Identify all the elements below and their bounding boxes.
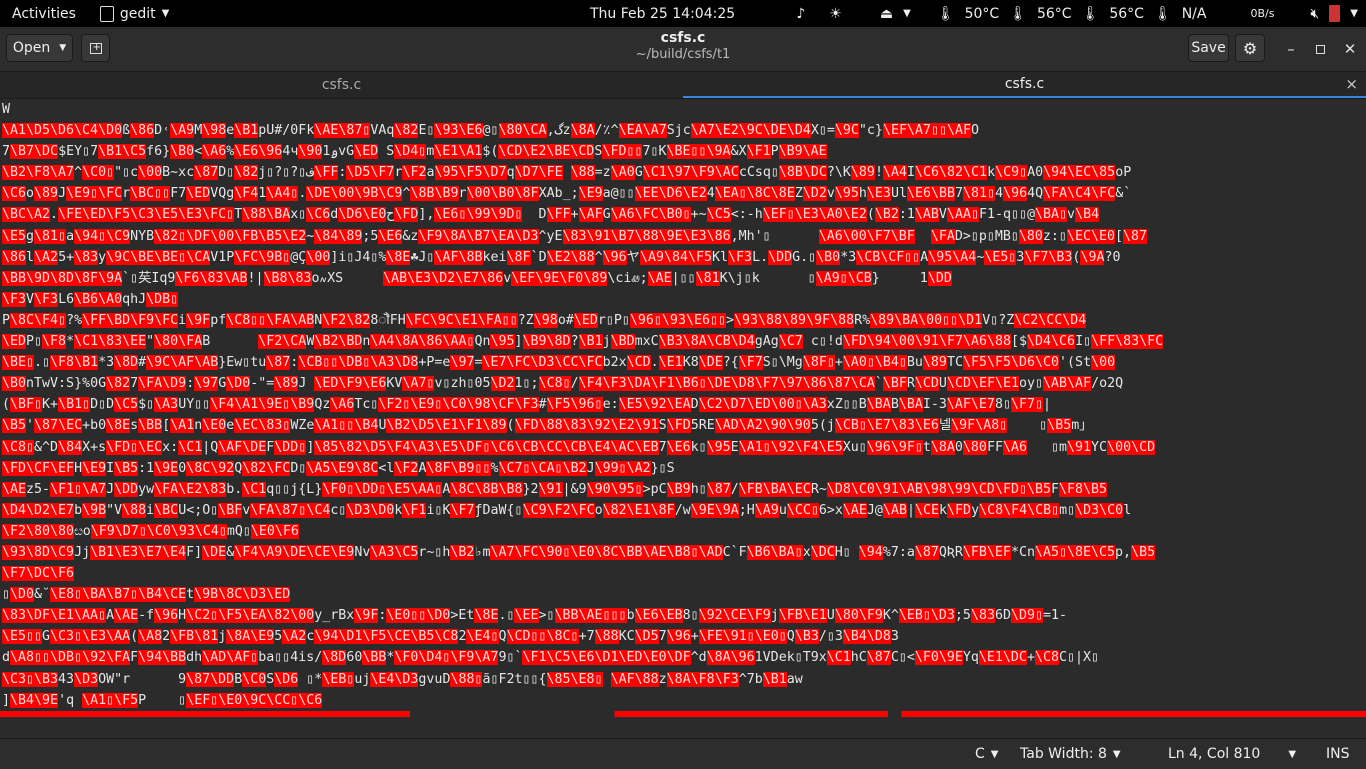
editor-line: \86l\A25+\83y\9C\BE\BE▯\CAV1P\FC\9B▯@Ç\0… <box>2 249 1121 265</box>
save-label: Save <box>1191 40 1226 56</box>
tab-label: csfs.c <box>321 77 362 93</box>
editor-line: \EDP▯\F8*\C1\83\EE"\80\FAB \F2\CAW\B2\BD… <box>2 334 1164 350</box>
chevron-down-icon[interactable]: ▼ <box>903 8 911 19</box>
editor-line: \93\8D\C9Jj\B1\E3\E7\E4F]\DE&\F4\A9\DE\C… <box>2 544 1156 560</box>
cursor-position-label: Ln 4, Col 810 <box>1168 746 1261 762</box>
editor-line: (\BF▯K+\B1▯D▯D\C5$▯\A3UY▯▯\F4\A1\9E▯\B9Q… <box>2 397 1051 413</box>
window-title: csfs.c <box>660 30 706 46</box>
editor-line: \E5g\81▯a\94▯\C9NYB\82▯\DF\00\FB\B5\E2~\… <box>2 228 1148 244</box>
chevron-down-icon: ▼ <box>161 8 170 19</box>
top-bar: Activities gedit ▼ Thu Feb 25 14:04:25 ♪… <box>0 0 1366 27</box>
editor-line: \F7\DC\F6 <box>2 566 75 582</box>
activities-label: Activities <box>12 5 76 22</box>
editor-line: \B5'\87\EC+b0\8Es\BB[\A1n\E0e\EC\83▯WZe\… <box>2 418 1093 434</box>
cursor-position[interactable]: Ln 4, Col 810 ▼ <box>1168 739 1296 769</box>
editor-line-partial <box>0 710 1366 717</box>
volume-muted-icon[interactable]: 🔇︎ <box>1310 6 1319 22</box>
editor-line: ]\B4\9E'q \A1▯\F5P ▯\EF▯\E0\9C\CC▯\C6 <box>2 692 323 708</box>
tab-csfs-1[interactable]: csfs.c <box>0 72 683 98</box>
editor-line: \BB\9D\8D\8F\9A`▯䒨Iq9\F6\83\AB!|\B8\83o៷… <box>2 270 952 286</box>
language-selector[interactable]: C ▼ <box>975 739 998 769</box>
temp-2: 56°C <box>1036 5 1072 22</box>
editor-line: \83\DF\E1\AA▯A\AE-f\96H\C2▯\F5\EA\82\00y… <box>2 608 1068 624</box>
editor-line: \E5▯▯G\C3▯\E3\AA(\A82\FB\81j\8A\E95\A2c\… <box>2 629 899 645</box>
editor-line: 7\B7\DC$EY▯7\B1\C5f6}\B0<\A6%\E6\964ч\90… <box>2 144 827 160</box>
editor-line: d\A8▯▯\DB▯\92\FAF\94\BBdh\AD\AF▯ba▯▯4is/… <box>2 650 1100 666</box>
editor-line: \C8▯&^D\84X+s\FD▯\ECx:\C1|Q\AF\DEF\DD▯]\… <box>2 439 1156 455</box>
editor-line: \D4\D2\E7b\9B"V\88i\BCU<;O▯\BFv\FA\87▯\C… <box>2 502 1132 518</box>
editor-line: \FD\CF\EFH\E9I\B5:1\9E0\8C\92Q\82\FCD▯\A… <box>2 460 675 476</box>
chevron-down-icon: ▼ <box>1288 748 1297 760</box>
close-icon: ✕ <box>1343 40 1357 58</box>
editor-line: \BC\A2.\FE\ED\F5\C3\E5\E3\FC▯T\88\BAx▯\C… <box>2 207 1100 223</box>
thermometer-icon: 🌡︎ <box>1153 5 1172 22</box>
editor-line: \A1\D5\D6\C4\D0ß\86D˓\A9M\98e\B1pU#/0Fk\… <box>2 123 980 139</box>
battery-icon[interactable] <box>1329 5 1341 22</box>
chevron-down-icon[interactable]: ▼ <box>1350 8 1358 19</box>
thermometer-icon: 🌡︎ <box>1009 5 1027 22</box>
app-name: gedit <box>119 5 156 22</box>
minimize-icon: – <box>1287 40 1295 58</box>
editor-line: P\8C\F4▯?%\FF\BD\F9\FCi\9Fpf\C8▯▯\FA\ABN… <box>2 312 1087 328</box>
language-label: C <box>975 746 985 762</box>
minimize-button[interactable]: – <box>1276 27 1306 71</box>
brightness-icon[interactable]: ☀ <box>829 6 842 22</box>
maximize-button[interactable] <box>1305 27 1335 71</box>
tab-bar: csfs.c csfs.c × <box>0 72 1366 99</box>
music-icon[interactable]: ♪ <box>796 6 805 22</box>
chevron-down-icon: ▼ <box>1112 748 1121 760</box>
editor-line: \C3▯\B343\D3OW"r 9\87\DDB\C0S\D6 ▯*\EB▯u… <box>2 671 803 687</box>
editor-line: \B2\F8\A7^\C0▯"▯c\00B~xc\87D▯\82j▯?▯?▯ف\… <box>2 165 1132 181</box>
maximize-icon <box>1315 44 1325 54</box>
status-bar: C ▼ Tab Width: 8 ▼ Ln 4, Col 810 ▼ INS <box>0 738 1366 769</box>
header-bar: Open ▼ + csfs.c ~/build/csfs/t1 Save ⚙ –… <box>0 27 1366 72</box>
insert-mode-label: INS <box>1326 746 1350 762</box>
editor-line: \F2\80\80ೞo\F9\D7▯\C0\93\C4▯mQ▯\E0\F6 <box>2 523 299 539</box>
chevron-down-icon: ▼ <box>990 748 999 760</box>
text-editor[interactable]: W \A1\D5\D6\C4\D0ß\86D˓\A9M\98e\B1pU#/0Fk… <box>0 99 1366 737</box>
insert-mode[interactable]: INS <box>1326 739 1350 769</box>
close-window-button[interactable]: ✕ <box>1335 27 1365 71</box>
thermometer-icon: 🌡︎ <box>1081 5 1100 22</box>
temp-na: N/A <box>1181 5 1207 22</box>
clock-text: Thu Feb 25 14:04:25 <box>590 5 736 22</box>
menu-button[interactable]: ⚙ <box>1235 34 1265 62</box>
editor-line: \BE▯.▯\F8\B1*3\8D#\9C\AF\AB}Ew▯tu\87:\CB… <box>2 355 1116 371</box>
title-block: csfs.c ~/build/csfs/t1 <box>0 30 1366 62</box>
tab-width-selector[interactable]: Tab Width: 8 ▼ <box>1020 739 1121 769</box>
editor-line: ▯\D0&˘\E8▯\BA\B7▯\B4\CEt\9B\8C\D3\ED <box>2 587 291 603</box>
window-subtitle: ~/build/csfs/t1 <box>635 47 731 62</box>
editor-line: W <box>2 102 11 117</box>
clock[interactable]: Thu Feb 25 14:04:25 <box>590 0 735 27</box>
tab-csfs-2[interactable]: csfs.c × <box>683 72 1366 98</box>
thermometer-icon: 🌡︎ <box>936 5 955 22</box>
tab-width-label: Tab Width: 8 <box>1020 746 1107 762</box>
eject-icon[interactable]: ⏏ <box>880 6 893 22</box>
app-menu[interactable]: gedit ▼ <box>88 0 181 27</box>
temp-1: 50°C <box>964 5 1000 22</box>
editor-line: \AEz5-\F1▯\A7J\DDyw\FA\E2\83b.\C1q▯▯j{L}… <box>2 481 1108 497</box>
editor-line: \F3V\F3L6\B6\A0qhJ\DB▯ <box>2 291 179 307</box>
activities-button[interactable]: Activities <box>0 0 88 27</box>
editor-line: \C6o\89J\E9▯\FCr\BC▯▯F7\EDVQg\F41\A4▯.\D… <box>2 186 1132 202</box>
temp-3: 56°C <box>1109 5 1144 22</box>
close-tab-icon[interactable]: × <box>1345 75 1358 93</box>
system-tray: ♪ ☀ ⏏ ▼ 🌡︎ 50°C 🌡︎ 56°C 🌡︎ 56°C 🌡︎ N/A 0… <box>796 0 1366 27</box>
tab-label: csfs.c <box>1004 76 1045 92</box>
gear-icon: ⚙ <box>1242 38 1258 58</box>
network-speed: 0B/s <box>1250 7 1275 20</box>
gedit-icon <box>99 5 114 22</box>
editor-line: \B0nTwV:S}%0G\827\FA\D9:\97G\D0-"=\89J \… <box>2 376 1124 392</box>
save-button[interactable]: Save <box>1188 34 1229 62</box>
